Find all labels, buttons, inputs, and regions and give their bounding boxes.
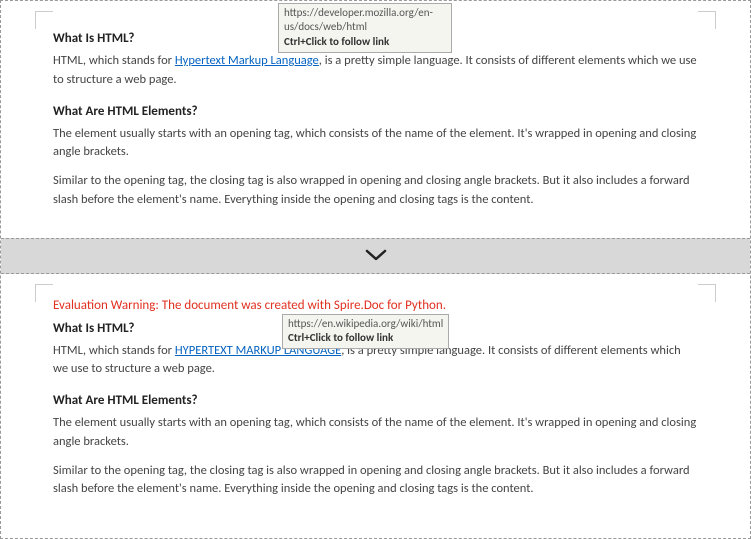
tooltip-url: https://en.wikipedia.org/wiki/html [288, 317, 443, 331]
tooltip-hint: Ctrl+Click to follow link [284, 35, 446, 49]
paragraph: Similar to the opening tag, the closing … [53, 462, 698, 500]
hyperlink-tooltip: https://en.wikipedia.org/wiki/html Ctrl+… [282, 314, 449, 350]
margin-corner [35, 11, 53, 29]
hyperlink-hypertext-markup-language[interactable]: Hypertext Markup Language [175, 53, 319, 68]
hyperlink-tooltip: https://developer.mozilla.org/en-us/docs… [278, 3, 452, 53]
evaluation-warning: Evaluation Warning: The document was cre… [53, 298, 698, 313]
chevron-down-icon[interactable] [365, 244, 387, 268]
paragraph: The element usually starts with an openi… [53, 125, 698, 163]
paragraph: Similar to the opening tag, the closing … [53, 172, 698, 210]
heading-what-are-html-elements: What Are HTML Elements? [53, 104, 698, 119]
text: HTML, which stands for [53, 343, 175, 358]
tooltip-url: https://developer.mozilla.org/en-us/docs… [284, 6, 446, 35]
document-page-1: https://developer.mozilla.org/en-us/docs… [1, 1, 750, 238]
paragraph: HTML, which stands for Hypertext Markup … [53, 52, 698, 90]
heading-what-are-html-elements: What Are HTML Elements? [53, 393, 698, 408]
paragraph: The element usually starts with an openi… [53, 414, 698, 452]
page-gap [1, 238, 750, 274]
margin-corner [698, 11, 716, 29]
margin-corner [35, 284, 53, 302]
text: HTML, which stands for [53, 53, 175, 68]
margin-corner [698, 284, 716, 302]
tooltip-hint: Ctrl+Click to follow link [288, 331, 443, 345]
document-page-2: https://en.wikipedia.org/wiki/html Ctrl+… [1, 274, 750, 528]
